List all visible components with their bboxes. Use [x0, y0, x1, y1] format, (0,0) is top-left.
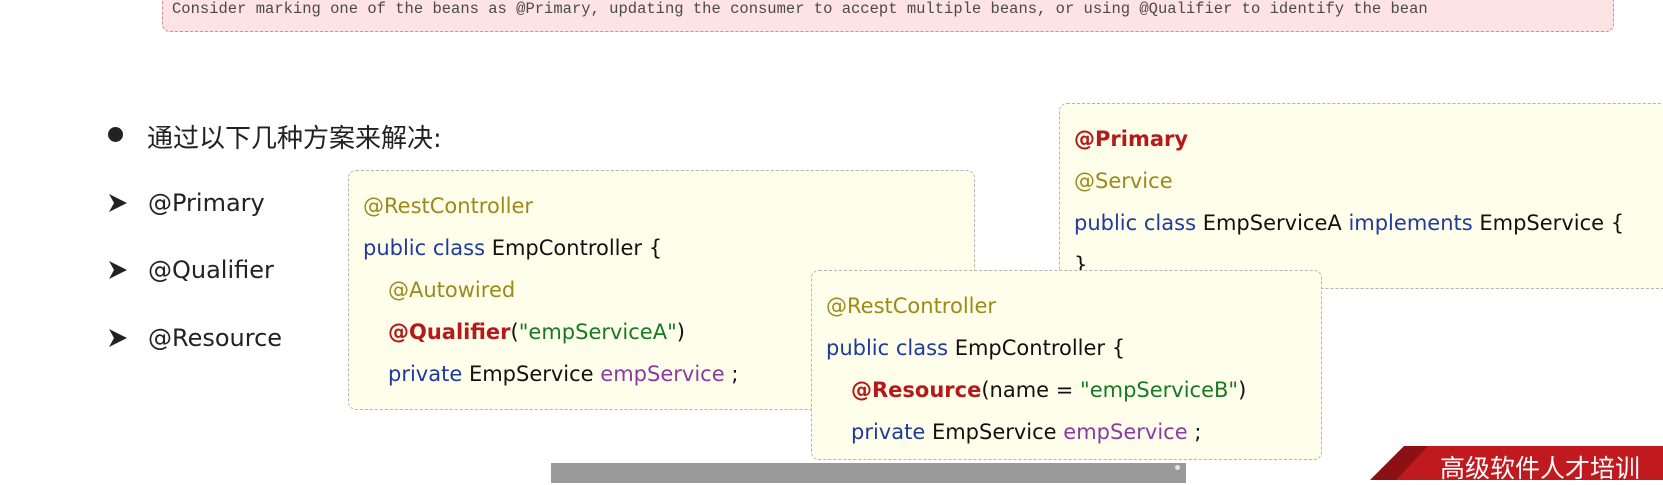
horizontal-scrollbar[interactable]	[551, 463, 1186, 483]
arrow-bullet-icon	[109, 261, 127, 279]
code-line: public class EmpController {	[363, 236, 663, 260]
option-resource: @Resource	[108, 324, 282, 358]
arrow-bullet-icon	[109, 194, 127, 212]
code-box-primary: @Primary @Service public class EmpServic…	[1059, 103, 1663, 289]
error-message-text: Consider marking one of the beans as @Pr…	[172, 0, 1428, 18]
option-primary: @Primary	[108, 189, 265, 223]
code-line: public class EmpController {	[826, 336, 1126, 360]
error-message-box: Consider marking one of the beans as @Pr…	[162, 0, 1614, 32]
code-line: @RestController	[826, 294, 997, 318]
banner-text: 高级软件人才培训	[1440, 454, 1641, 483]
arrow-bullet-icon	[109, 329, 127, 347]
option-label: @Qualifier	[148, 256, 274, 284]
code-line: @RestController	[363, 194, 534, 218]
code-line: private EmpService empService ;	[851, 420, 1202, 444]
code-box-resource: @RestController public class EmpControll…	[811, 270, 1322, 460]
option-label: @Resource	[148, 324, 283, 352]
brand-banner: 高级软件人才培训	[1370, 446, 1663, 483]
code-line: @Primary	[1074, 127, 1189, 151]
option-label: @Primary	[148, 189, 265, 217]
scrollbar-handle-icon	[1175, 465, 1180, 470]
code-line: @Resource(name = "empServiceB")	[851, 378, 1247, 402]
solutions-heading: 通过以下几种方案来解决:	[147, 124, 442, 154]
code-line: @Service	[1074, 169, 1173, 193]
option-qualifier: @Qualifier	[108, 256, 274, 290]
bullet-dot	[108, 127, 123, 142]
code-line: public class EmpServiceA implements EmpS…	[1074, 211, 1625, 235]
